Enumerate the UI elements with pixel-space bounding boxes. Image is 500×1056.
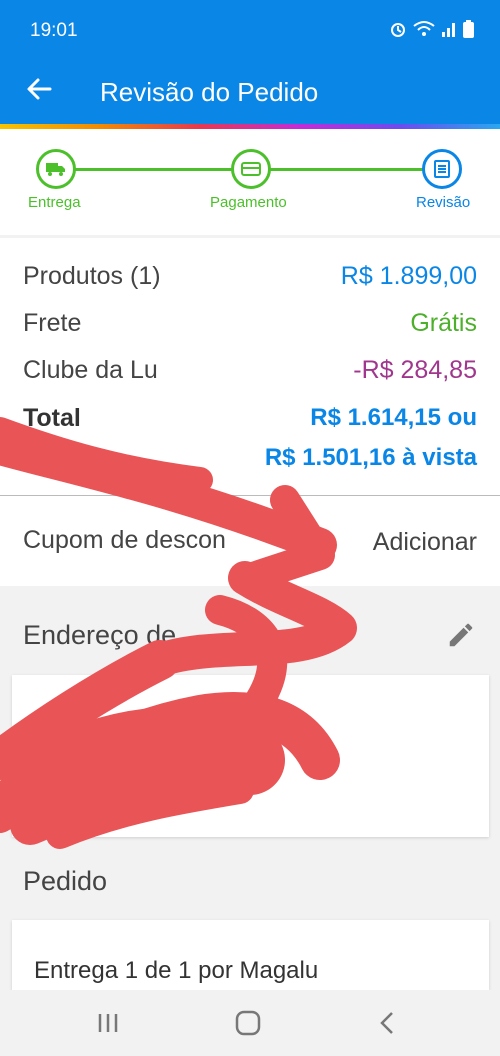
frete-label: Frete (23, 309, 82, 337)
home-button[interactable] (233, 1008, 263, 1038)
checkout-stepper: Entrega Pagamento Revisão (0, 129, 500, 235)
step-revisao[interactable] (422, 149, 462, 189)
total-cash: R$ 1.501,16 à vista (264, 444, 477, 471)
total-installment: R$ 1.614,15 ou (310, 404, 477, 431)
step-entrega[interactable] (36, 149, 76, 189)
signal-icon (441, 21, 457, 42)
pencil-icon (449, 623, 473, 647)
address-card[interactable]: 74 (12, 675, 489, 837)
status-time: 19:01 (30, 20, 78, 41)
alarm-icon (389, 20, 407, 43)
frete-value: Grátis (410, 309, 477, 337)
clube-label: Clube da Lu (23, 356, 158, 384)
summary-row-clube: Clube da Lu -R$ 284,85 (23, 356, 477, 385)
recents-button[interactable] (93, 1008, 123, 1038)
receipt-icon (434, 160, 450, 178)
address-title: Endereço de (23, 620, 177, 650)
produtos-value: R$ 1.899,00 (340, 262, 477, 290)
app-bar: Revisão do Pedido (0, 60, 500, 124)
page-title: Revisão do Pedido (100, 77, 319, 107)
delivery-text: Entrega 1 de 1 por Magalu (34, 957, 319, 984)
recents-icon (98, 1014, 118, 1032)
total-value: R$ 1.614,15 ou R$ 1.501,16 à vista (265, 398, 477, 478)
status-icons (389, 20, 474, 43)
home-icon (235, 1010, 261, 1036)
summary-row-frete: Frete Grátis (23, 309, 477, 338)
step-label-entrega: Entrega (28, 194, 81, 211)
step-label-revisao: Revisão (416, 194, 471, 211)
step-pagamento[interactable] (231, 149, 271, 189)
edit-address-button[interactable] (446, 620, 476, 650)
summary-row-produtos: Produtos (1) R$ 1.899,00 (23, 262, 477, 291)
system-nav-bar (0, 990, 500, 1056)
summary-row-total: Total R$ 1.614,15 ou R$ 1.501,16 à vista (23, 398, 477, 478)
nav-back-button[interactable] (373, 1008, 403, 1038)
address-title-suffix: ega (246, 620, 292, 650)
produtos-label: Produtos (1) (23, 262, 161, 290)
address-line: 74 (230, 703, 257, 730)
coupon-row[interactable]: Cupom de descon Adicionar (0, 496, 500, 586)
truck-icon (46, 163, 65, 176)
arrow-left-icon (27, 78, 52, 100)
delivery-card: Entrega 1 de 1 por Magalu (12, 920, 489, 990)
wifi-icon (413, 20, 435, 43)
coupon-label: Cupom de descon (23, 526, 226, 554)
status-bar: 19:01 (0, 0, 500, 60)
order-section-title: Pedido (23, 866, 108, 896)
step-label-pagamento: Pagamento (210, 194, 287, 211)
total-label: Total (23, 404, 81, 432)
add-coupon-button[interactable]: Adicionar (373, 528, 477, 557)
card-icon (241, 162, 261, 176)
address-section-title: Endereço de ega (23, 620, 291, 651)
order-summary: Produtos (1) R$ 1.899,00 Frete Grátis Cl… (0, 238, 500, 495)
chevron-left-icon (380, 1012, 393, 1034)
battery-icon (463, 20, 474, 43)
clube-value: -R$ 284,85 (353, 356, 477, 384)
back-button[interactable] (24, 74, 54, 110)
